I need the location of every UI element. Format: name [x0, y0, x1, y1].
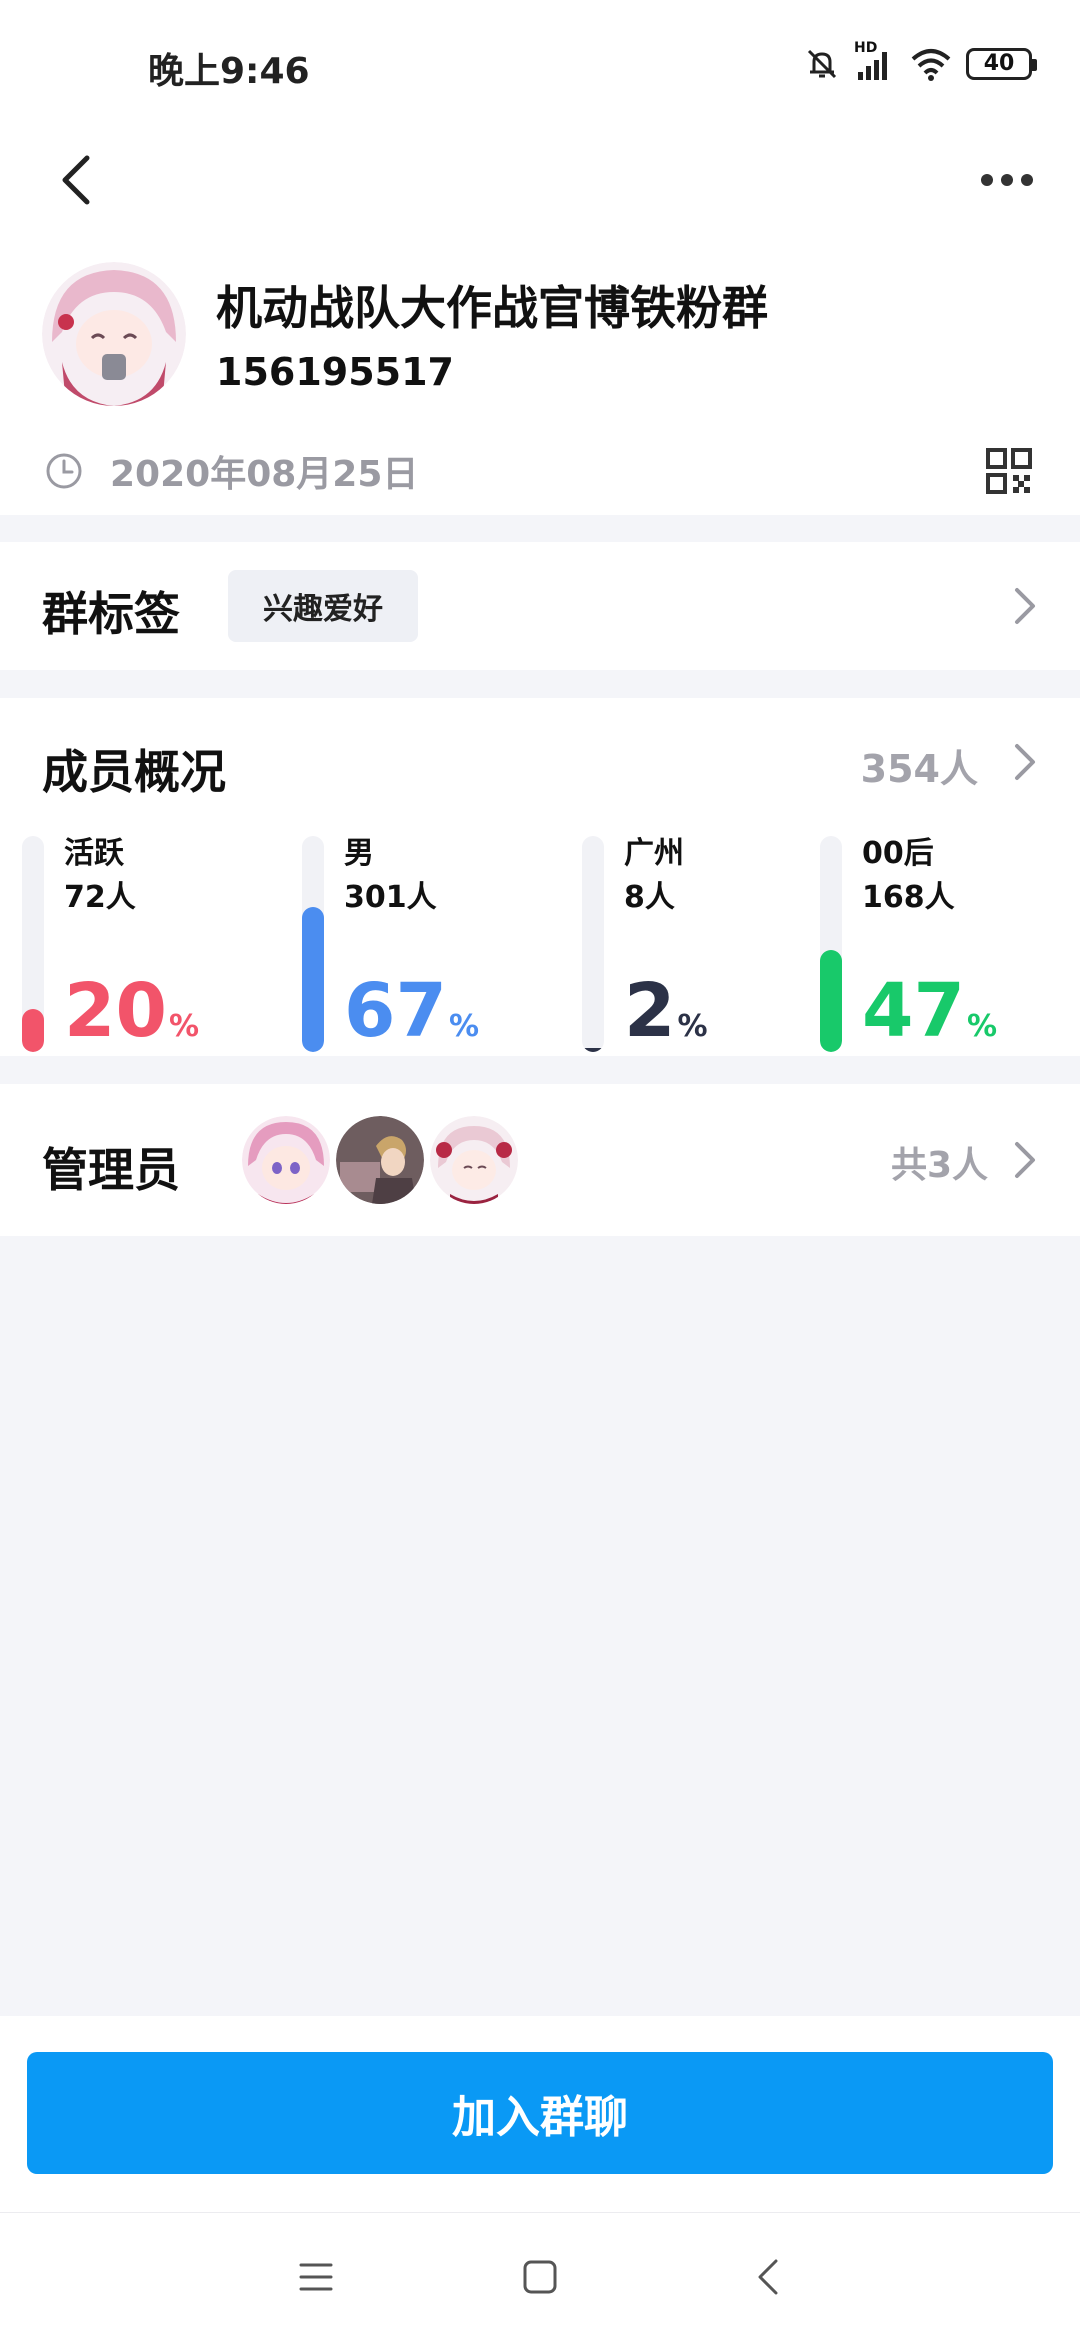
stat-bar-track: [582, 836, 604, 1052]
created-date-row: 2020年08月25日: [44, 445, 418, 497]
stat-label: 活跃: [64, 836, 124, 871]
more-button[interactable]: [962, 130, 1052, 230]
wifi-icon: [911, 49, 951, 81]
group-avatar[interactable]: [42, 262, 186, 406]
home-square-icon: [523, 2260, 557, 2294]
stat-bar-track: [820, 836, 842, 1052]
status-time: 晚上9:46: [148, 51, 310, 92]
group-tag-title: 群标签: [42, 587, 180, 641]
stat-bar-fill: [820, 950, 842, 1052]
tag-chip: 兴趣爱好: [228, 570, 418, 642]
stat-count: 72人: [64, 880, 136, 915]
admin-row[interactable]: 管理员 共3人: [0, 1084, 1080, 1236]
stat-bar-track: [22, 836, 44, 1052]
percent-unit: %: [966, 1009, 998, 1044]
stat-percent: 47%: [862, 966, 997, 1072]
admin-avatar[interactable]: [430, 1116, 518, 1204]
stat-bar-track: [302, 836, 324, 1052]
stat-bar-fill: [582, 1048, 604, 1052]
clock-icon: [46, 453, 82, 489]
stat-percent-value: 2: [624, 968, 676, 1054]
home-nav-button[interactable]: [508, 2245, 572, 2309]
stat-percent-value: 47: [862, 968, 965, 1054]
member-overview-title: 成员概况: [42, 745, 226, 799]
stat-count: 301人: [344, 880, 437, 915]
stat-percent-value: 67: [344, 968, 447, 1054]
stat-percent: 20%: [64, 966, 199, 1072]
member-total[interactable]: 354人: [861, 738, 978, 793]
system-nav-bar: [0, 2212, 1080, 2340]
stat-bar-fill: [302, 907, 324, 1052]
admin-avatars: [242, 1116, 518, 1204]
chevron-right-icon: [1015, 588, 1035, 624]
percent-unit: %: [448, 1009, 480, 1044]
group-name: 机动战队大作战官博铁粉群: [216, 281, 768, 335]
back-arrow-icon: [62, 155, 90, 205]
stat-percent: 2%: [624, 966, 708, 1072]
signal-icon: HD: [854, 40, 896, 82]
status-bar: 晚上9:46 HD 40: [0, 0, 1080, 130]
join-group-button[interactable]: 加入群聊: [27, 2052, 1053, 2174]
admin-total: 共3人: [890, 1145, 988, 1186]
qr-code-icon: [986, 448, 1032, 494]
chevron-right-icon: [1015, 1142, 1035, 1178]
percent-unit: %: [677, 1009, 708, 1044]
stat-count: 8人: [624, 880, 675, 915]
mute-bell-icon: [807, 49, 837, 79]
menu-nav-button[interactable]: [284, 2245, 348, 2309]
admin-avatar[interactable]: [336, 1116, 424, 1204]
stat-label: 男: [344, 836, 374, 871]
percent-unit: %: [168, 1009, 200, 1044]
top-bar: [0, 130, 1080, 230]
chevron-right-icon[interactable]: [1012, 742, 1038, 782]
stat-percent: 67%: [344, 966, 479, 1072]
stat-label: 广州: [624, 836, 684, 871]
admin-title: 管理员: [42, 1143, 180, 1197]
status-icons: HD 40: [804, 40, 1037, 88]
qr-code-button[interactable]: [986, 448, 1032, 494]
group-header: 机动战队大作战官博铁粉群 156195517 2020年08月25日: [0, 230, 1080, 515]
group-tag-row[interactable]: 群标签 兴趣爱好: [0, 542, 1080, 670]
created-date: 2020年08月25日: [110, 454, 419, 495]
stat-bar-fill: [22, 1009, 44, 1052]
admin-avatar[interactable]: [242, 1116, 330, 1204]
stat-label: 00后: [862, 836, 934, 871]
back-nav-button[interactable]: [736, 2245, 800, 2309]
back-triangle-icon: [758, 2259, 778, 2295]
battery-icon: 40: [966, 48, 1037, 80]
back-button[interactable]: [40, 130, 110, 230]
menu-lines-icon: [299, 2263, 333, 2291]
stat-percent-value: 20: [64, 968, 167, 1054]
member-overview: 成员概况 354人 活跃 72人 20% 男 301人 67% 广州 8人 2%…: [0, 698, 1080, 1056]
stat-count: 168人: [862, 880, 955, 915]
group-id: 156195517: [216, 350, 454, 394]
bottom-action-area: 加入群聊: [0, 2016, 1080, 2212]
more-dots-icon: [981, 174, 1033, 186]
